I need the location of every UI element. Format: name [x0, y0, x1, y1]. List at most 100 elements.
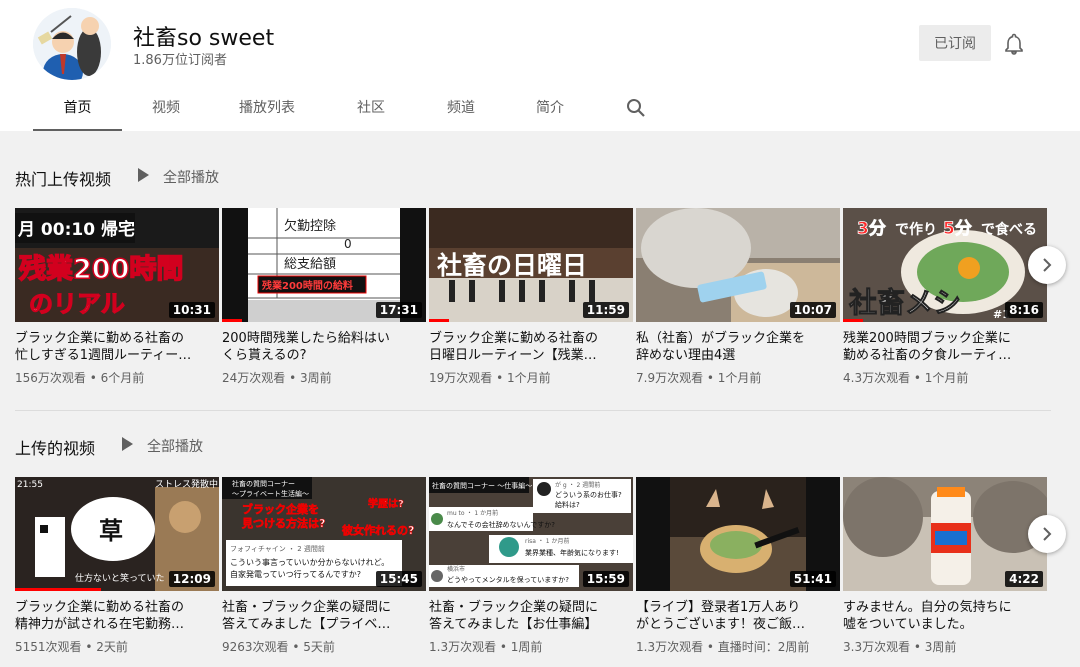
- thumb-overlay-text: どうやってメンタルを保っていますか?: [447, 575, 569, 584]
- thumb-overlay-text: 自家発電っていつ行ってるんですか?: [230, 569, 361, 579]
- thumb-overlay-text: 横浜市: [447, 565, 465, 573]
- video-title-line: くら貰えるの?: [222, 348, 307, 363]
- video-meta: 7.9万次观看 • 1个月前: [636, 371, 762, 385]
- thumb-overlay-text: 学歴は?: [368, 497, 404, 510]
- thumb-overlay-text: 社畜の質問コーナー 〜仕事編〜: [432, 481, 532, 490]
- thumb-overlay-text: 給料は?: [555, 500, 580, 509]
- thumb-overlay-text: 0: [344, 237, 352, 251]
- watch-progress: [15, 588, 101, 591]
- thumb-overlay-text: ストレス発散中: [155, 478, 218, 490]
- video-title-line: 精神力が試される在宅勤務…: [15, 617, 185, 632]
- thumb-overlay-text: 社畜メシ: [849, 286, 961, 319]
- video-title-line: 辞めない理由4選: [636, 348, 736, 363]
- video-thumbnail[interactable]: 月 00:10 帰宅 残業200時間 のリアル 10:31: [15, 208, 219, 322]
- video-thumbnail[interactable]: 社畜の質問コーナー 〜プライベート生活編〜 ブラック企業を 見つける方法は? 彼…: [222, 477, 426, 591]
- video-thumbnail[interactable]: 21:55 ストレス発散中 草 仕方ないと笑っていた 12:09: [15, 477, 219, 591]
- video-title[interactable]: 社畜・ブラック企業の疑問に 答えてみました【プライベ…: [222, 599, 426, 633]
- video-duration: 15:45: [375, 571, 422, 587]
- video-thumbnail[interactable]: 3分 で作り 5分 で食べる 社畜メシ #1 8:16: [843, 208, 1047, 322]
- video-title[interactable]: 私（社畜）がブラック企業を 辞めない理由4選: [636, 330, 840, 364]
- bell-icon[interactable]: [1002, 32, 1026, 56]
- thumb-overlay-text: どういう系のお仕事?: [555, 490, 622, 499]
- thumb-overlay-text: 3分: [857, 219, 886, 239]
- thumb-overlay-text: 草: [99, 517, 123, 545]
- video-thumbnail[interactable]: 51:41: [636, 477, 840, 591]
- channel-avatar[interactable]: [33, 8, 111, 80]
- video-title[interactable]: ブラック企業に勤める社畜の 忙しすぎる1週間ルーティー…: [15, 330, 219, 364]
- play-icon[interactable]: [122, 437, 133, 451]
- thumb-overlay-text: 仕方ないと笑っていた: [75, 572, 165, 584]
- play-all-uploads[interactable]: 全部播放: [147, 436, 203, 456]
- chevron-right-icon: [1043, 527, 1052, 541]
- video-meta: 4.3万次观看 • 1个月前: [843, 371, 969, 385]
- video-title-line: 勤める社畜の夕食ルーティ…: [843, 348, 1012, 363]
- shelf-next-button[interactable]: [1028, 246, 1066, 284]
- video-thumbnail[interactable]: 欠勤控除 0 総支給額 残業200時間の給料 17:31: [222, 208, 426, 322]
- video-title-line: ブラック企業に勤める社畜の: [15, 600, 185, 615]
- video-duration: 11:59: [582, 302, 629, 318]
- tab-playlists[interactable]: 播放列表: [229, 88, 305, 131]
- video-meta: 9263次观看 • 5天前: [222, 640, 335, 654]
- watch-progress: [843, 319, 864, 322]
- video-title-line: 【ライブ】登录者1万人あり: [636, 600, 801, 615]
- video-title-line: 答えてみました【お仕事編】: [429, 617, 598, 632]
- video-duration: 12:09: [168, 571, 215, 587]
- thumb-overlay-text: 21:55: [17, 480, 43, 490]
- video-title[interactable]: 社畜・ブラック企業の疑問に 答えてみました【お仕事編】: [429, 599, 633, 633]
- thumb-overlay-text: 総支給額: [284, 257, 336, 272]
- thumb-overlay-text: が g ・ 2 週間前: [555, 481, 600, 489]
- video-title-line: 嘘をついていました。: [843, 617, 973, 632]
- thumb-overlay-text: 彼女作れるの?: [342, 523, 414, 537]
- video-title-line: 忙しすぎる1週間ルーティー…: [15, 348, 192, 363]
- thumb-overlay-text: 社畜の日曜日: [437, 251, 587, 280]
- tab-about[interactable]: 简介: [522, 88, 578, 131]
- thumb-overlay-text: 〜プライベート生活編〜: [232, 489, 309, 498]
- video-meta: 1.3万次观看 • 直播时间：2周前: [636, 640, 810, 654]
- thumb-overlay-text: こういう事言っていいか分からないけれど。: [230, 557, 389, 567]
- thumb-overlay-text: ブラック企業を: [242, 502, 319, 516]
- tab-community[interactable]: 社区: [343, 88, 399, 131]
- video-thumbnail[interactable]: 4:22: [843, 477, 1047, 591]
- section-title-popular: 热门上传视频: [15, 170, 112, 189]
- thumb-overlay-text: risa ・ 1 か月前: [525, 537, 569, 545]
- tab-videos[interactable]: 视频: [139, 88, 193, 131]
- video-duration: 10:31: [168, 302, 215, 318]
- thumb-overlay-text: なんでその会社辞めないんですか?: [447, 520, 555, 529]
- video-title-line: 社畜・ブラック企業の疑問に: [222, 600, 392, 615]
- video-thumbnail[interactable]: 社畜の日曜日 11:59: [429, 208, 633, 322]
- tab-channels[interactable]: 频道: [433, 88, 489, 131]
- video-duration: 8:16: [1005, 302, 1043, 318]
- video-title[interactable]: 200時間残業したら給料はい くら貰えるの?: [222, 330, 426, 364]
- video-thumbnail[interactable]: 社畜の質問コーナー 〜仕事編〜 が g ・ 2 週間前 どういう系のお仕事? 給…: [429, 477, 633, 591]
- video-title-line: 200時間残業したら給料はい: [222, 331, 390, 346]
- video-title[interactable]: 残業200時間ブラック企業に 勤める社畜の夕食ルーティ…: [843, 330, 1047, 364]
- shelf-next-button[interactable]: [1028, 515, 1066, 553]
- thumb-overlay-text: 業界業種、年齢気になります!: [525, 548, 619, 557]
- video-duration: 15:59: [582, 571, 629, 587]
- video-duration: 4:22: [1005, 571, 1043, 587]
- video-title-line: 答えてみました【プライベ…: [222, 617, 391, 632]
- video-title[interactable]: すみません。自分の気持ちに 嘘をついていました。: [843, 599, 1047, 633]
- video-title[interactable]: ブラック企業に勤める社畜の 日曜日ルーティーン【残業…: [429, 330, 633, 364]
- video-title[interactable]: 【ライブ】登录者1万人あり がとうございます！夜ご飯…: [636, 599, 840, 633]
- video-title-line: すみません。自分の気持ちに: [843, 600, 1012, 615]
- video-title-line: ブラック企業に勤める社畜の: [15, 331, 185, 346]
- video-thumbnail[interactable]: 10:07: [636, 208, 840, 322]
- play-all-popular[interactable]: 全部播放: [163, 167, 219, 187]
- video-title[interactable]: ブラック企業に勤める社畜の 精神力が試される在宅勤務…: [15, 599, 219, 633]
- thumb-overlay-text: 5分: [943, 219, 972, 239]
- search-icon[interactable]: [626, 98, 646, 118]
- thumb-overlay-text: mu to ・ 1 か月前: [447, 509, 498, 517]
- thumb-overlay-text: 月 00:10 帰宅: [17, 219, 135, 240]
- subscriber-count: 1.86万位订阅者: [133, 53, 227, 68]
- chevron-right-icon: [1043, 258, 1052, 272]
- thumb-overlay-text: 欠勤控除: [284, 218, 336, 234]
- watch-progress: [222, 319, 243, 322]
- subscribed-button[interactable]: 已订阅: [919, 25, 991, 61]
- section-title-uploads: 上传的视频: [15, 439, 96, 458]
- thumb-overlay-text: 見つける方法は?: [241, 516, 325, 530]
- thumb-overlay-text: で食べる: [981, 221, 1037, 238]
- thumb-overlay-text: 残業200時間: [19, 254, 183, 285]
- tab-home[interactable]: 首页: [33, 88, 122, 131]
- play-icon[interactable]: [138, 168, 149, 182]
